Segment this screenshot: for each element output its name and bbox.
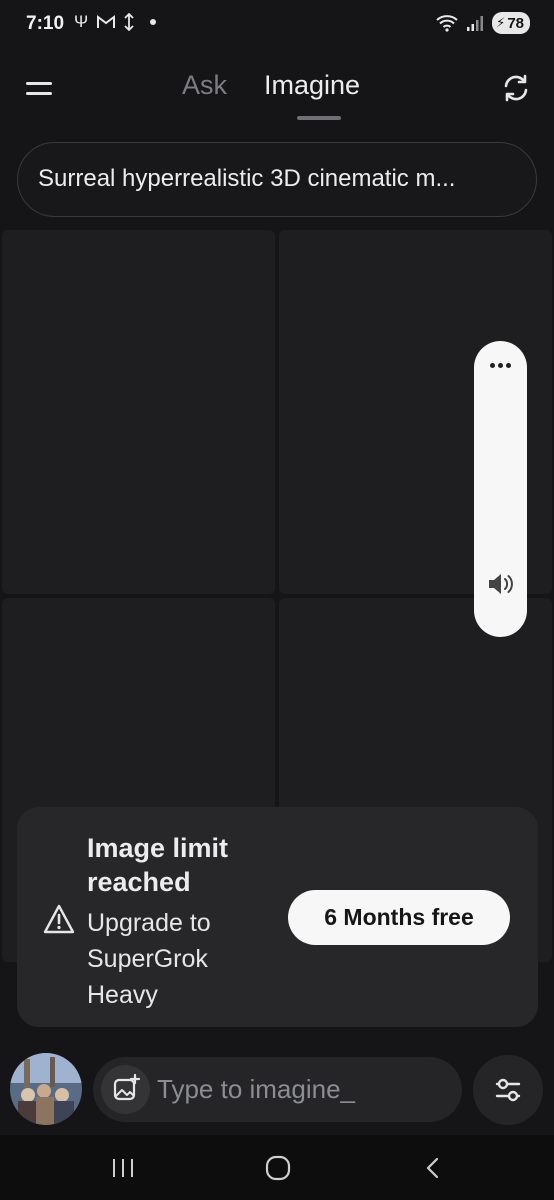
menu-icon (26, 82, 52, 85)
back-icon (426, 1157, 439, 1179)
image-add-icon (113, 1073, 141, 1101)
prompt-pill[interactable]: Surreal hyperrealistic 3D cinematic m... (17, 142, 537, 217)
speaker-icon (489, 574, 513, 594)
back-button[interactable] (418, 1153, 448, 1183)
notification-dot-icon (150, 19, 157, 25)
gmail-icon (97, 15, 116, 28)
imagine-input[interactable] (157, 1057, 447, 1122)
signal-icon (467, 16, 484, 31)
status-bar: 7:10 Ψ ⚡ 78 (0, 0, 554, 52)
battery-indicator: ⚡ 78 (492, 12, 530, 34)
wifi-icon (436, 15, 458, 32)
more-dots-icon[interactable] (474, 353, 527, 377)
refresh-icon (504, 74, 528, 102)
refresh-button[interactable] (500, 72, 532, 104)
dot (506, 362, 511, 368)
add-image-button[interactable] (101, 1065, 150, 1114)
menu-icon-line (26, 92, 52, 95)
recent-apps-icon (113, 1159, 133, 1177)
menu-button[interactable] (24, 74, 54, 104)
warning-icon (43, 904, 75, 934)
limit-subtitle: Upgrade to SuperGrok Heavy (87, 909, 211, 1009)
image-tile[interactable] (2, 230, 275, 594)
home-button[interactable] (263, 1153, 293, 1183)
recent-apps-button[interactable] (108, 1153, 138, 1183)
charging-icon: ⚡ (496, 15, 506, 30)
usb-icon: Ψ (74, 12, 89, 31)
active-tab-indicator (297, 116, 341, 120)
system-nav-bar (0, 1135, 554, 1200)
system-icons: ⚡ 78 (436, 12, 530, 34)
notification-icons: Ψ (74, 12, 157, 32)
sliders-icon (495, 1078, 521, 1102)
status-time: 7:10 (26, 13, 65, 34)
limit-title: Image limit reached (87, 833, 229, 897)
dot (490, 362, 495, 368)
volume-panel[interactable] (474, 341, 527, 637)
avatar[interactable] (10, 1053, 82, 1125)
six-months-free-button[interactable]: 6 Months free (288, 890, 510, 945)
avatar-image (10, 1053, 82, 1125)
top-bar: Ask Imagine (0, 60, 554, 124)
battery-level: 78 (507, 14, 524, 32)
dot (498, 362, 503, 368)
settings-button[interactable] (473, 1055, 543, 1125)
image-limit-banner: Image limit reached Upgrade to SuperGrok… (17, 807, 538, 1027)
speaker-button[interactable] (485, 569, 515, 599)
prompt-text: Surreal hyperrealistic 3D cinematic m... (38, 165, 456, 192)
tab-ask[interactable]: Ask (182, 70, 227, 101)
imagine-input-bar (93, 1057, 462, 1122)
home-icon (265, 1155, 291, 1181)
data-transfer-icon (124, 13, 134, 31)
tab-imagine[interactable]: Imagine (264, 70, 360, 101)
